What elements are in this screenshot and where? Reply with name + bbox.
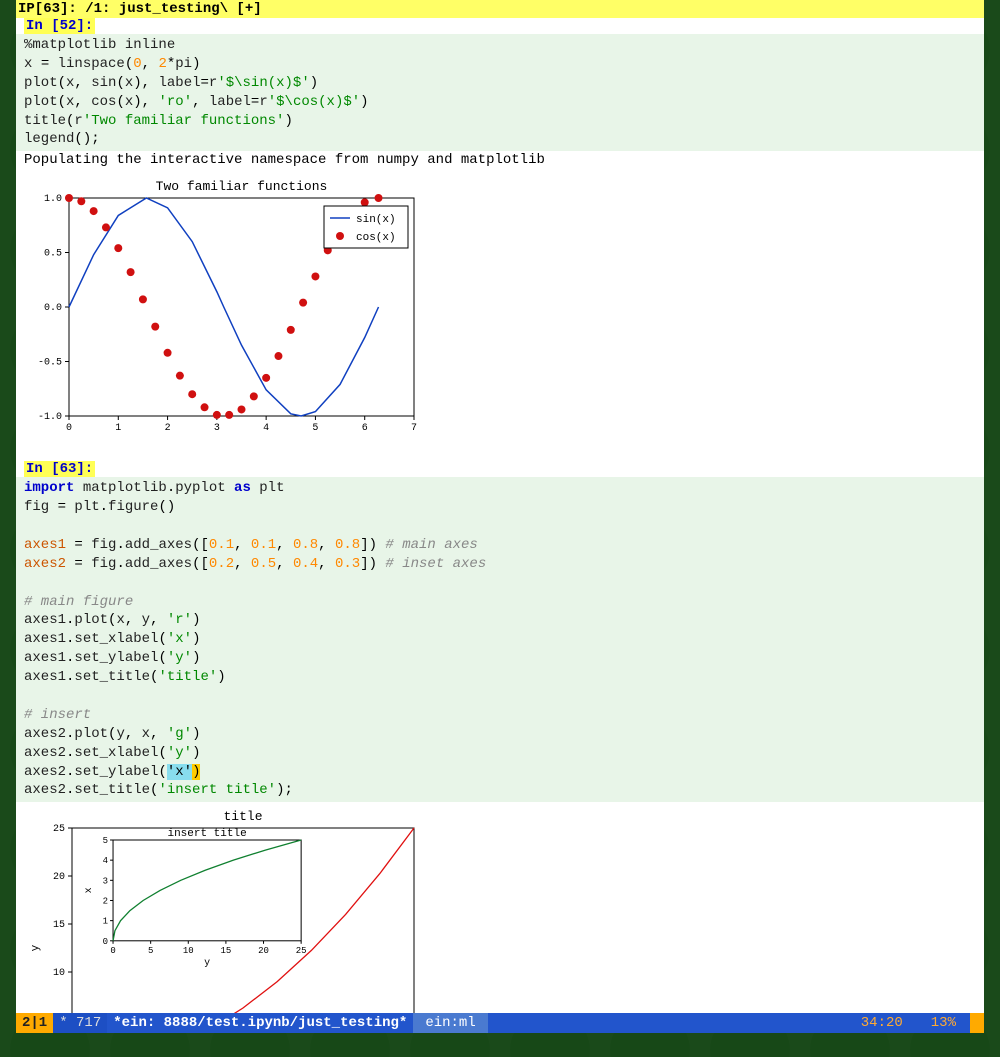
code-cell-1[interactable]: %matplotlib inline x = linspace(0, 2*pi)… — [16, 34, 984, 151]
svg-text:5: 5 — [312, 423, 318, 434]
svg-text:25: 25 — [296, 946, 307, 956]
svg-text:1: 1 — [115, 423, 121, 434]
svg-text:1.0: 1.0 — [44, 194, 62, 205]
svg-text:insert title: insert title — [167, 828, 246, 840]
svg-text:20: 20 — [53, 872, 65, 883]
svg-text:4: 4 — [263, 423, 269, 434]
mode-indicator: 2|1 — [16, 1013, 53, 1033]
svg-text:15: 15 — [53, 920, 65, 931]
svg-text:0: 0 — [66, 423, 72, 434]
modeline: 2|1 * 717 *ein: 8888/test.ipynb/just_tes… — [16, 1013, 984, 1033]
svg-text:-1.0: -1.0 — [38, 412, 62, 423]
svg-text:5: 5 — [103, 836, 108, 846]
svg-text:2: 2 — [103, 897, 108, 907]
svg-text:0.5: 0.5 — [44, 249, 62, 260]
editor-window: IP[63]: /1: just_testing\ [+] In [52]: %… — [16, 0, 984, 1015]
svg-text:Two familiar functions: Two familiar functions — [156, 179, 328, 194]
svg-text:10: 10 — [183, 946, 194, 956]
svg-text:y: y — [204, 958, 210, 969]
svg-text:x: x — [84, 888, 95, 894]
svg-text:6: 6 — [362, 423, 368, 434]
svg-text:7: 7 — [411, 423, 417, 434]
svg-text:2: 2 — [165, 423, 171, 434]
cell-prompt: In [52]: — [24, 18, 95, 34]
svg-text:5: 5 — [148, 946, 153, 956]
svg-text:3: 3 — [214, 423, 220, 434]
window-title: IP[63]: /1: just_testing\ [+] — [16, 0, 984, 18]
scroll-indicator — [970, 1013, 984, 1033]
cursor-position: 34:20 — [847, 1013, 917, 1033]
buffer-name: *ein: 8888/test.ipynb/just_testing* — [107, 1013, 413, 1033]
svg-text:10: 10 — [53, 968, 65, 979]
svg-text:25: 25 — [53, 824, 65, 835]
mode-star: * 717 — [53, 1013, 107, 1033]
svg-text:3: 3 — [103, 877, 108, 887]
svg-text:sin(x): sin(x) — [356, 214, 396, 226]
notebook-content[interactable]: In [52]: %matplotlib inline x = linspace… — [16, 18, 984, 1015]
chart-svg-2: 0123450510152025titlexy0510152025012345i… — [24, 808, 424, 1015]
svg-text:cos(x): cos(x) — [356, 232, 396, 244]
chart-svg-1: 0 1 2 3 4 5 6 7 -1.0 -0.5 0.0 0.5 1.0 Two familiar fu… — [24, 176, 419, 436]
svg-text:0: 0 — [110, 946, 115, 956]
svg-text:0: 0 — [103, 937, 108, 947]
svg-text:1: 1 — [103, 917, 108, 927]
svg-text:0.0: 0.0 — [44, 303, 62, 314]
chart-1: 0 1 2 3 4 5 6 7 -1.0 -0.5 0.0 0.5 1.0 Two familiar fu… — [16, 170, 984, 447]
code-cell-2[interactable]: import matplotlib.pyplot as plt fig = pl… — [16, 477, 984, 802]
svg-text:title: title — [223, 809, 262, 824]
svg-text:15: 15 — [220, 946, 231, 956]
cell-output-text: Populating the interactive namespace fro… — [16, 151, 984, 170]
svg-text:20: 20 — [258, 946, 269, 956]
cell-prompt: In [63]: — [24, 461, 95, 477]
chart-2: 0123450510152025titlexy0510152025012345i… — [16, 802, 984, 1015]
svg-text:y: y — [30, 945, 42, 952]
svg-text:-0.5: -0.5 — [38, 358, 62, 369]
svg-text:4: 4 — [103, 857, 108, 867]
scroll-percent: 13% — [917, 1013, 970, 1033]
minor-mode: ein:ml — [413, 1013, 487, 1033]
